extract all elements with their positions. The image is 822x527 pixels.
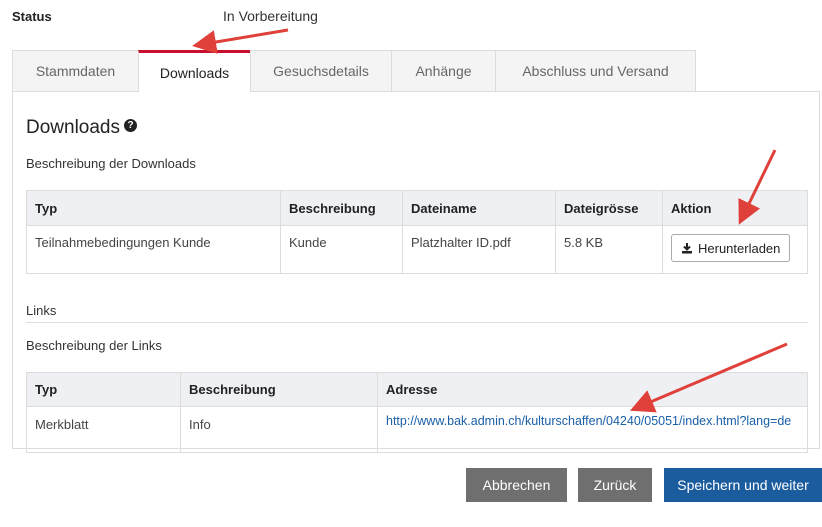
column-header: Beschreibung [180,372,378,407]
save-and-next-button[interactable]: Speichern und weiter [664,468,822,502]
cell-beschreibung: Kunde [280,225,403,274]
download-button-label: Herunterladen [698,240,781,256]
active-tab-connector [139,91,250,93]
links-heading: Links [26,303,57,318]
column-header: Adresse [377,372,808,407]
cell-typ: Teilnahmebedingungen Kunde [26,225,281,274]
download-button[interactable]: Herunterladen [671,234,791,262]
column-header: Beschreibung [280,190,403,226]
downloads-table: Typ Beschreibung Dateiname Dateigrösse A… [26,190,808,274]
download-icon [682,243,692,254]
downloads-description: Beschreibung der Downloads [26,156,196,171]
cell-dateiname: Platzhalter ID.pdf [402,225,556,274]
links-table: Typ Beschreibung Adresse Merkblatt Info … [26,372,808,453]
tab-stammdaten[interactable]: Stammdaten [12,50,139,92]
tab-downloads[interactable]: Downloads [138,50,251,92]
address-link[interactable]: http://www.bak.admin.ch/kulturschaffen/0… [386,414,791,428]
tab-anhaenge[interactable]: Anhänge [391,50,496,92]
table-header-row: Typ Beschreibung Adresse [26,372,808,407]
back-button[interactable]: Zurück [578,468,652,502]
links-description: Beschreibung der Links [26,338,162,353]
cell-adresse: http://www.bak.admin.ch/kulturschaffen/0… [377,406,808,453]
cancel-button[interactable]: Abbrechen [466,468,567,502]
column-header: Dateigrösse [555,190,663,226]
question-circle-icon[interactable]: ? [124,119,137,132]
tab-bar: Stammdaten Downloads Gesuchsdetails Anhä… [12,50,696,92]
table-row: Merkblatt Info http://www.bak.admin.ch/k… [26,406,808,453]
column-header: Typ [26,372,181,407]
tab-gesuchsdetails[interactable]: Gesuchsdetails [250,50,392,92]
cell-typ: Merkblatt [26,406,181,453]
divider [26,322,808,323]
column-header: Aktion [662,190,808,226]
arrow-tab-downloads [192,28,289,54]
table-header-row: Typ Beschreibung Dateiname Dateigrösse A… [26,190,808,226]
column-header: Typ [26,190,281,226]
table-row: Teilnahmebedingungen Kunde Kunde Platzha… [26,225,808,274]
tab-abschluss-und-versand[interactable]: Abschluss und Versand [495,50,696,92]
cell-beschreibung: Info [180,406,378,453]
downloads-heading: Downloads [26,117,120,138]
status-value: In Vorbereitung [223,8,318,24]
status-label: Status [12,9,52,24]
cell-dateigroesse: 5.8 KB [555,225,663,274]
cell-aktion: Herunterladen [662,225,808,274]
column-header: Dateiname [402,190,556,226]
